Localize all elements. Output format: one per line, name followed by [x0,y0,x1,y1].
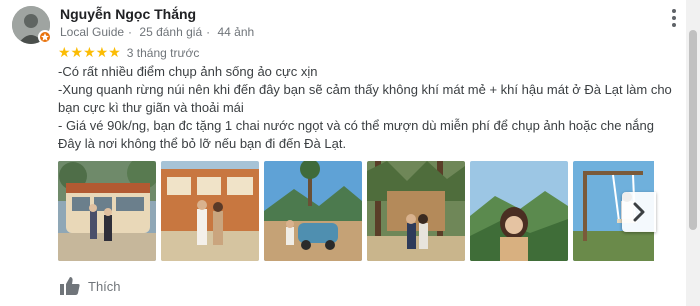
reviewer-meta: Local Guide · 25 đánh giá · 44 ảnh [60,25,255,39]
reviewer-name[interactable]: Nguyễn Ngọc Thắng [60,6,196,22]
review-time: 3 tháng trước [126,45,200,60]
more-options-button[interactable] [664,8,684,28]
like-label: Thích [88,278,121,294]
like-button[interactable]: Thích [60,277,121,295]
vertical-scrollbar[interactable] [686,0,700,306]
more-vertical-icon [672,9,676,13]
review-text: -Có rất nhiều điểm chụp ảnh sống ảo cực … [58,63,678,153]
review-line: -Có rất nhiều điểm chụp ảnh sống ảo cực … [58,64,318,79]
local-guide-label: Local Guide [60,25,125,39]
photo-count: 44 ảnh [217,25,255,39]
rating-row: ★★★★★ 3 tháng trước [58,44,199,61]
photo-girl-hills[interactable] [470,161,568,261]
scrollbar-thumb[interactable] [689,30,697,230]
next-photo-button[interactable] [622,192,656,232]
review-line: -Xung quanh rừng núi nên khi đến đây bạn… [58,82,672,115]
review-line: - Giá vé 90k/ng, bạn đc tặng 1 chai nước… [58,118,655,133]
local-guide-badge-icon [38,30,52,44]
review-line: Đây là nơi không thể bỏ lỡ nếu bạn đi đế… [58,136,347,151]
chevron-right-icon [633,202,645,222]
photo-strip [58,161,654,261]
photo-car-mountain[interactable] [264,161,362,261]
thumbs-up-icon [60,277,80,295]
star-rating: ★★★★★ [58,44,121,60]
photo-forest-couple[interactable] [367,161,465,261]
review-count: 25 đánh giá [139,25,203,39]
photo-bus-couple[interactable] [161,161,259,261]
photo-bus-store[interactable] [58,161,156,261]
